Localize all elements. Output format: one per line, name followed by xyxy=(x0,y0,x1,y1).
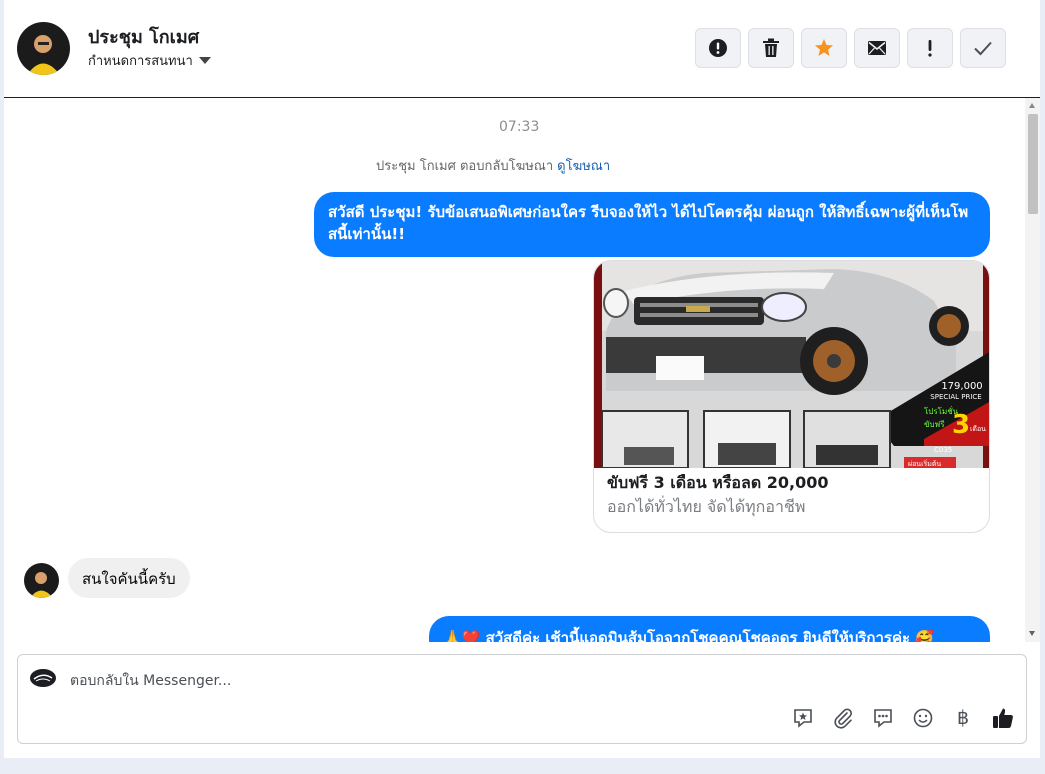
message-thread[interactable]: 07:33 ประชุม โกเมศ ตอบกลับโฆษณา ดูโฆษณา ส… xyxy=(4,98,1040,642)
like-button[interactable] xyxy=(990,705,1016,731)
trash-icon xyxy=(763,38,779,57)
report-button[interactable] xyxy=(695,28,741,68)
saved-reply-button[interactable] xyxy=(790,705,816,731)
assign-label: กำหนดการสนทนา xyxy=(88,54,193,69)
mark-done-button[interactable] xyxy=(960,28,1006,68)
ad-card[interactable]: 179,000 SPECIAL PRICE โปรโมชั่น ขับฟรี 3… xyxy=(593,260,990,533)
ad-car-image: 179,000 SPECIAL PRICE โปรโมชั่น ขับฟรี 3… xyxy=(594,261,989,468)
ad-title[interactable]: ขับฟรี 3 เดือน หรือลด 20,000 xyxy=(607,471,829,496)
ad-image-price: 179,000 xyxy=(941,381,982,392)
ad-image-month: เดือน xyxy=(970,425,986,433)
mail-icon xyxy=(868,41,886,55)
saved-reply-icon xyxy=(794,709,812,728)
conversation-header: ประชุม โกเมศ กำหนดการสนทนา xyxy=(4,0,1040,98)
caret-down-icon xyxy=(198,57,211,64)
view-ad-link[interactable]: ดูโฆษณา xyxy=(557,159,610,174)
ad-image-code: C035 xyxy=(934,446,952,454)
ad-image-free: ขับฟรี xyxy=(924,420,945,429)
messenger-panel: ประชุม โกเมศ กำหนดการสนทนา 07:33 ประชุม … xyxy=(4,0,1040,758)
like-icon xyxy=(993,708,1013,728)
ad-image-price-label: SPECIAL PRICE xyxy=(930,393,981,401)
exclamation-icon xyxy=(928,40,932,57)
attach-icon xyxy=(834,708,852,729)
baht-icon: ฿ xyxy=(956,707,970,729)
incoming-message[interactable]: สนใจคันนี้ครับ xyxy=(68,558,190,598)
ad-subtitle: ออกได้ทั่วไทย จัดได้ทุกอาชีพ xyxy=(607,497,806,516)
report-icon xyxy=(709,39,727,57)
quick-reply-button[interactable] xyxy=(870,705,896,731)
ad-reply-text: ประชุม โกเมศ ตอบกลับโฆษณา xyxy=(376,159,554,174)
star-icon xyxy=(815,39,833,56)
payment-button[interactable]: ฿ xyxy=(950,705,976,731)
follow-up-button[interactable] xyxy=(907,28,953,68)
chat-scrollbar[interactable] xyxy=(1025,98,1040,642)
delete-button[interactable] xyxy=(748,28,794,68)
scroll-thumb[interactable] xyxy=(1028,114,1038,214)
reply-composer: ฿ xyxy=(17,654,1027,744)
header-actions xyxy=(695,28,1006,68)
scroll-down-icon[interactable] xyxy=(1029,631,1035,636)
ad-reply-notice: ประชุม โกเมศ ตอบกลับโฆษณา ดูโฆษณา xyxy=(376,155,610,176)
message-timestamp: 07:33 xyxy=(499,119,540,135)
ad-image-start: ผ่อนเริ่มต้น xyxy=(908,459,941,468)
scroll-up-icon[interactable] xyxy=(1029,103,1035,108)
outgoing-message[interactable]: สวัสดี ประชุม! รับข้อเสนอพิเศษก่อนใคร รี… xyxy=(314,192,990,257)
quick-reply-icon xyxy=(874,709,892,728)
outgoing-message[interactable]: 🙏❤️ สวัสดีค่ะ เช้านี้แอดมินส้มโอจากโชคคู… xyxy=(429,616,990,642)
contact-name[interactable]: ประชุม โกเมศ xyxy=(88,22,199,51)
contact-avatar-small xyxy=(24,563,59,598)
star-button[interactable] xyxy=(801,28,847,68)
mark-unread-button[interactable] xyxy=(854,28,900,68)
page-logo-icon xyxy=(30,669,56,687)
check-icon xyxy=(974,41,992,56)
emoji-button[interactable] xyxy=(910,705,936,731)
contact-avatar[interactable] xyxy=(17,22,70,75)
composer-tools: ฿ xyxy=(790,705,1016,731)
reply-input[interactable] xyxy=(70,670,770,692)
emoji-icon xyxy=(913,708,933,728)
ad-image-three: 3 xyxy=(952,410,970,440)
assign-conversation-dropdown[interactable]: กำหนดการสนทนา xyxy=(88,50,211,71)
attach-button[interactable] xyxy=(830,705,856,731)
